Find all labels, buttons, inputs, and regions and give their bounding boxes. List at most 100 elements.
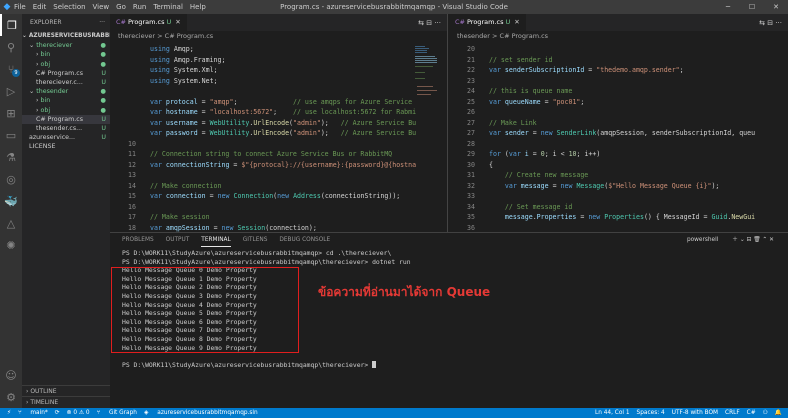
code-line[interactable]: 21 // set sender id [449,55,788,66]
code-line[interactable]: 26 [449,107,788,118]
status-item[interactable]: C# [747,410,756,416]
menu-run[interactable]: Run [133,3,146,11]
menu-help[interactable]: Help [190,3,206,11]
tab-output[interactable]: OUTPUT [166,233,190,247]
menu-edit[interactable]: Edit [33,3,47,11]
status-item[interactable]: Ln 44, Col 1 [595,410,630,416]
menu-selection[interactable]: Selection [53,3,85,11]
account-icon[interactable]: ☺ [0,364,22,386]
solution-indicator[interactable]: ◈ azureservicebusrabbitmqamqp.sln [144,410,258,416]
code-line[interactable]: 12 var connectionString = $"{protocal}://… [110,160,447,171]
code-line[interactable]: 32 var message = new Message($"Hello Mes… [449,181,788,192]
extensions-icon[interactable]: ⊞ [0,102,22,124]
tree-item[interactable]: › bin ● [22,96,110,105]
more-actions-icon[interactable]: ··· [99,14,105,32]
code-line[interactable]: 25 var queueName = "poc01"; [449,97,788,108]
docker-icon[interactable]: 🐳 [0,190,22,212]
code-line[interactable]: 27 // Make Link [449,118,788,129]
tab-terminal[interactable]: TERMINAL [201,233,231,247]
code-line[interactable]: 20 [449,44,788,55]
tree-item[interactable]: › obj ● [22,60,110,69]
close-window-button[interactable]: ✕ [764,0,788,14]
code-line[interactable]: 14 // Make connection [110,181,447,192]
code-line[interactable]: 16 [110,202,447,213]
tab-debug-console[interactable]: DEBUG CONSOLE [279,233,330,247]
menu-file[interactable]: File [14,3,26,11]
status-item[interactable]: ⚇ [763,410,768,416]
search-icon[interactable]: ⚲ [0,36,22,58]
code-line[interactable]: 15 var connection = new Connection(new Ad… [110,191,447,202]
code-line[interactable]: 30 { [449,160,788,171]
close-tab-icon[interactable]: ✕ [175,18,180,26]
code-line[interactable]: using System.Xml; [110,65,447,76]
code-line[interactable]: 22 var senderSubscriptionId = "thedemo.am… [449,65,788,76]
remote-explorer-icon[interactable]: ▭ [0,124,22,146]
menu-view[interactable]: View [93,3,110,11]
problems-indicator[interactable]: ⊗ 0 ⚠ 0 [67,410,90,416]
tab-gitlens[interactable]: GITLENS [243,233,268,247]
code-line[interactable]: var password = WebUtility.UrlEncode("adm… [110,128,447,139]
code-line[interactable]: 17 // Make session [110,212,447,223]
tree-item[interactable]: LICENSE [22,142,110,151]
status-item[interactable]: Spaces: 4 [637,410,665,416]
tree-item[interactable]: thereciever.c... U [22,78,110,87]
run-debug-icon[interactable]: ▷ [0,80,22,102]
tab-program-cs-reciever[interactable]: C# Program.cs U ✕ [110,14,187,31]
menu-terminal[interactable]: Terminal [153,3,183,11]
tree-item[interactable]: › obj ● [22,106,110,115]
tree-item[interactable]: thesender.cs... U [22,124,110,133]
status-item[interactable]: CRLF [725,410,740,416]
code-line[interactable]: 11 // Connection string to connect Azure … [110,149,447,160]
code-area[interactable]: using Amqp; using Amqp.Framing; using Syst… [110,42,447,244]
code-line[interactable]: using Amqp; [110,44,447,55]
testing-icon[interactable]: ⚗ [0,146,22,168]
remote-icon[interactable]: ⚡ [7,410,11,416]
azure-icon[interactable]: △ [0,212,22,234]
code-line[interactable]: 27 var sender = new SenderLink(amqpSessio… [449,128,788,139]
code-line[interactable]: var protocal = "amqp"; // use amqps for … [110,97,447,108]
code-area[interactable]: 20 21 // set sender id 22 var senderSubscrip… [449,42,788,244]
status-item[interactable]: UTF-8 with BOM [672,410,718,416]
code-line[interactable]: 29 for (var i = 0; i < 10; i++) [449,149,788,160]
code-line[interactable]: var hostname = "localhost:5672"; // use … [110,107,447,118]
branch-indicator[interactable]: ⑂ main* [18,410,48,416]
tree-item[interactable]: ⌄ thesender ● [22,87,110,96]
close-tab-icon[interactable]: ✕ [514,18,519,26]
code-line[interactable]: 31 // Create new message [449,170,788,181]
explorer-icon[interactable]: ❐ [0,14,22,36]
tree-item[interactable]: › bin ● [22,50,110,59]
code-line[interactable]: 28 [449,139,788,150]
breadcrumb[interactable]: thesender > C# Program.cs [449,31,788,42]
manage-gear-icon[interactable]: ⚙ [0,386,22,408]
menu-go[interactable]: Go [116,3,126,11]
breadcrumb[interactable]: thereciever > C# Program.cs [110,31,447,42]
code-line[interactable]: 34 // Set message id [449,202,788,213]
workspace-root[interactable]: ⌄ AZURESERVICEBUSRABBI... [22,32,118,41]
panel-actions[interactable]: powershell ＋ ⌄ ⊟ 🗑 ⌃ ✕ [687,233,774,247]
kubernetes-icon[interactable]: ✺ [0,234,22,256]
sync-icon[interactable]: ⟳ [55,410,60,416]
code-line[interactable]: 24 // this is queue name [449,86,788,97]
code-line[interactable] [110,86,447,97]
tree-item[interactable]: azureservice... U [22,133,110,142]
code-line[interactable]: 10 [110,139,447,150]
minimap[interactable] [415,46,439,126]
tree-item[interactable]: ⌄ thereciever ● [22,41,110,50]
tab-program-cs-sender[interactable]: C# Program.cs U ✕ [449,14,526,31]
tree-item[interactable]: C# Program.cs U [22,69,110,78]
timeline-section[interactable]: › TIMELINE [22,396,110,407]
git-graph-button[interactable]: ⑂ Git Graph [97,410,137,416]
maximize-button[interactable]: ☐ [740,0,764,14]
code-line[interactable]: 33 [449,191,788,202]
code-line[interactable]: using Amqp.Framing; [110,55,447,66]
status-item[interactable]: 🔔 [775,410,782,416]
outline-section[interactable]: › OUTLINE [22,385,110,396]
editor-actions[interactable]: ⇆ ⊟ ··· [418,19,447,27]
editor-actions[interactable]: ⇆ ⊟ ··· [759,19,788,27]
code-line[interactable]: 13 [110,170,447,181]
minimize-button[interactable]: ─ [716,0,740,14]
code-line[interactable]: var username = WebUtility.UrlEncode("adm… [110,118,447,129]
tab-problems[interactable]: PROBLEMS [122,233,154,247]
source-control-icon[interactable]: ⑂ 9 [0,58,22,80]
gitlens-icon[interactable]: ◎ [0,168,22,190]
